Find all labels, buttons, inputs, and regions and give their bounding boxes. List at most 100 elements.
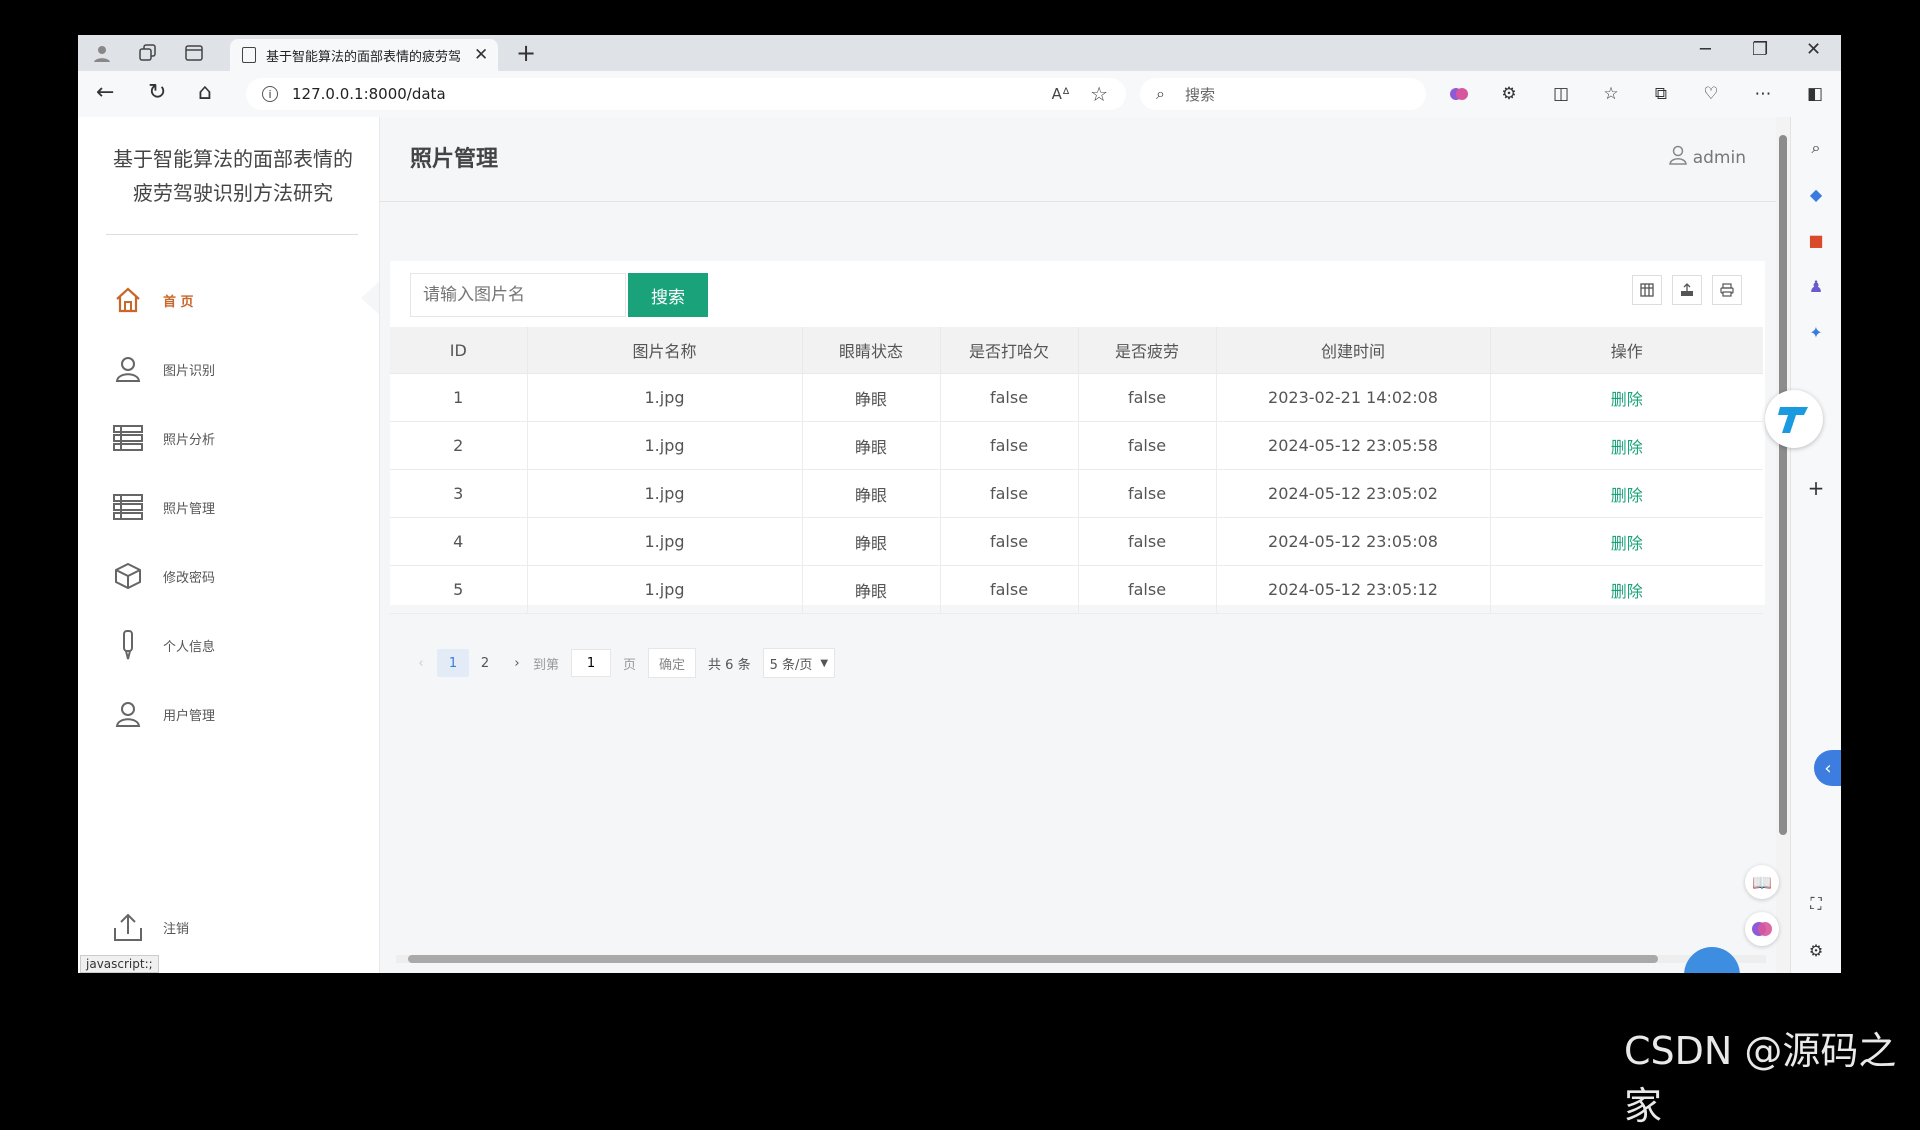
tools-icon[interactable]: ■ [1805, 229, 1827, 251]
system-title: 基于智能算法的面部表情的 疲劳驾驶识别方法研究 [98, 142, 368, 210]
vertical-tabs-icon[interactable] [182, 42, 206, 64]
reading-mode-icon[interactable]: 📖 [1745, 865, 1779, 899]
settings-icon[interactable]: ⚙ [1805, 939, 1827, 961]
scrollbar-thumb[interactable] [1779, 135, 1787, 835]
sidebar-item-label: 照片管理 [163, 501, 216, 517]
back-icon[interactable]: ← [96, 80, 114, 105]
delete-link[interactable]: 删除 [1611, 390, 1643, 409]
goto-page-input[interactable] [571, 649, 612, 677]
table-row: 3 1.jpg 睁眼 false false 2024-05-12 23:05:… [390, 469, 1763, 518]
delete-link[interactable]: 删除 [1611, 486, 1643, 505]
scrollbar-thumb[interactable] [408, 955, 1658, 963]
sidebar-item-personal-info[interactable]: 个人信息 [113, 625, 215, 665]
collections-icon[interactable] [136, 42, 160, 64]
cell-yawning: false [940, 517, 1079, 566]
horizontal-scrollbar[interactable] [396, 955, 1766, 963]
cell-yawning: false [940, 469, 1079, 518]
data-card: 搜索 ID 图片名称 眼睛状态 是否打哈欠 [390, 261, 1765, 614]
column-header[interactable]: 是否打哈欠 [940, 327, 1079, 374]
goto-confirm-button[interactable]: 确定 [648, 648, 697, 678]
table-row: 2 1.jpg 睁眼 false false 2024-05-12 23:05:… [390, 421, 1763, 470]
page-size-select[interactable]: 5 条/页 ▼ [762, 648, 836, 678]
logout-button[interactable]: 注销 [113, 907, 189, 947]
delete-link[interactable]: 删除 [1611, 534, 1643, 553]
add-sidebar-app-icon[interactable]: + [1805, 476, 1827, 500]
close-window-icon[interactable]: ✕ [1806, 39, 1821, 60]
list-icon [113, 492, 143, 522]
refresh-icon[interactable]: ↻ [148, 80, 166, 105]
sidebar-item-photo-analysis[interactable]: 照片分析 [113, 418, 215, 458]
prev-page-button[interactable]: ‹ [405, 649, 437, 677]
active-tab[interactable]: 基于智能算法的面部表情的疲劳驾 ✕ [230, 39, 498, 71]
column-header[interactable]: ID [390, 327, 528, 374]
column-header[interactable]: 眼睛状态 [802, 327, 941, 374]
user-menu[interactable]: admin [1668, 145, 1746, 170]
profile-icon[interactable] [90, 42, 114, 64]
close-tab-icon[interactable]: ✕ [474, 45, 488, 65]
games-icon[interactable]: ♟ [1805, 275, 1827, 297]
vertical-scrollbar[interactable] [1776, 117, 1790, 973]
address-bar[interactable]: i 127.0.0.1:8000/data Aᐞ ☆ [246, 78, 1126, 110]
sidebar-item-image-recognition[interactable]: 图片识别 [113, 349, 215, 389]
column-header[interactable]: 创建时间 [1216, 327, 1491, 374]
divider [106, 234, 358, 235]
next-page-button[interactable]: › [501, 649, 533, 677]
read-aloud-icon[interactable]: Aᐞ [1052, 85, 1070, 103]
browser-essentials-icon[interactable]: ♡ [1700, 83, 1722, 105]
username: admin [1692, 147, 1746, 168]
favorite-star-icon[interactable]: ☆ [1090, 82, 1108, 106]
extensions-icon[interactable]: ⚙ [1498, 83, 1520, 105]
table-row: 5 1.jpg 睁眼 false false 2024-05-12 23:05:… [390, 565, 1763, 614]
cell-yawning: false [940, 373, 1079, 422]
tab-title: 基于智能算法的面部表情的疲劳驾 [266, 49, 462, 65]
page-1-button[interactable]: 1 [437, 649, 469, 677]
sidebar-toggle-icon[interactable]: ◧ [1804, 83, 1826, 105]
search-button[interactable]: 搜索 [628, 273, 708, 317]
delete-link[interactable]: 删除 [1611, 582, 1643, 601]
sidebar-item-change-password[interactable]: 修改密码 [113, 556, 215, 596]
chevron-down-icon: ▼ [820, 657, 829, 669]
image-name-search-input[interactable] [410, 273, 626, 317]
cell-created-time: 2024-05-12 23:05:58 [1216, 421, 1491, 470]
sidebar-item-home[interactable]: 首 页 [113, 280, 194, 320]
office-icon[interactable]: ✦ [1805, 321, 1827, 343]
ai-assistant-icon[interactable] [1745, 912, 1779, 946]
page-2-button[interactable]: 2 [469, 649, 501, 677]
shopping-tag-icon[interactable]: ◆ [1805, 183, 1827, 205]
column-header[interactable]: 操作 [1490, 327, 1763, 374]
browser-search-box[interactable]: ⌕ 搜索 [1140, 78, 1426, 110]
split-screen-icon[interactable]: ◫ [1550, 83, 1572, 105]
system-title-line2: 疲劳驾驶识别方法研究 [133, 181, 333, 205]
cell-image-name: 1.jpg [527, 421, 803, 470]
url-text[interactable]: 127.0.0.1:8000/data [292, 85, 446, 103]
column-header[interactable]: 图片名称 [527, 327, 803, 374]
user-icon [113, 699, 143, 729]
collections-toolbar-icon[interactable]: ⧉ [1650, 83, 1672, 105]
floating-app-logo-icon[interactable] [1765, 390, 1823, 448]
screenshot-icon[interactable]: ⛶ [1805, 893, 1827, 915]
page-content: 基于智能算法的面部表情的 疲劳驾驶识别方法研究 首 页 图片识别 照片分析 照片… [78, 117, 1776, 973]
home-browser-icon[interactable]: ⌂ [198, 80, 212, 105]
minimize-icon[interactable]: ─ [1700, 39, 1711, 60]
cell-image-name: 1.jpg [527, 517, 803, 566]
restore-icon[interactable]: ❐ [1752, 39, 1768, 60]
column-header[interactable]: 是否疲劳 [1078, 327, 1217, 374]
sidebar-item-user-management[interactable]: 用户管理 [113, 694, 215, 734]
goto-label: 到第 [533, 657, 560, 673]
info-icon[interactable]: i [262, 86, 278, 102]
sidebar-item-label: 首 页 [163, 294, 194, 310]
cube-icon [113, 561, 143, 591]
export-icon[interactable] [1672, 275, 1702, 305]
favorites-icon[interactable]: ☆ [1600, 83, 1622, 105]
columns-filter-icon[interactable] [1632, 275, 1662, 305]
logout-label: 注销 [163, 921, 190, 937]
search-icon: ⌕ [1156, 84, 1165, 103]
new-tab-icon[interactable]: + [516, 39, 536, 67]
brain-extension-icon[interactable] [1448, 83, 1470, 105]
sidebar-item-photo-management[interactable]: 照片管理 [113, 487, 215, 527]
more-icon[interactable]: ⋯ [1752, 83, 1774, 105]
delete-link[interactable]: 删除 [1611, 438, 1643, 457]
sidebar-search-icon[interactable]: ⌕ [1805, 137, 1827, 159]
photo-table: ID 图片名称 眼睛状态 是否打哈欠 是否疲劳 创建时间 操作 1 1.jpg … [390, 327, 1763, 614]
print-icon[interactable] [1712, 275, 1742, 305]
